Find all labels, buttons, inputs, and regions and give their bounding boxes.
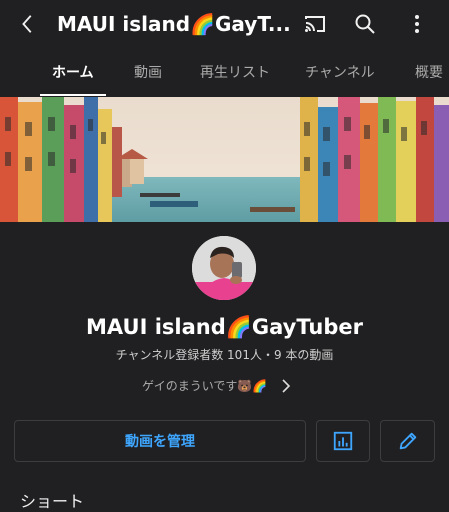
more-options-button[interactable] — [402, 9, 432, 39]
pencil-icon — [399, 432, 416, 450]
channel-tabs: ホーム 動画 再生リスト チャンネル 概要 — [0, 50, 449, 96]
chevron-right-icon — [281, 379, 291, 393]
analytics-icon — [333, 431, 353, 451]
tab-home[interactable]: ホーム — [52, 62, 94, 84]
back-button[interactable] — [14, 10, 42, 38]
tab-playlists[interactable]: 再生リスト — [200, 62, 270, 84]
cast-button[interactable] — [300, 9, 330, 39]
channel-name: MAUI island🌈GayTuber — [86, 315, 363, 339]
search-button[interactable] — [350, 9, 380, 39]
search-icon — [355, 14, 375, 34]
manage-videos-button[interactable]: 動画を管理 — [14, 420, 306, 462]
edit-channel-button[interactable] — [380, 420, 435, 462]
top-app-bar: MAUI island🌈GayT... — [0, 0, 449, 50]
channel-description: ゲイのまういです🐻🌈 — [142, 379, 268, 393]
channel-description-link[interactable]: ゲイのまういです🐻🌈 — [142, 376, 312, 396]
back-arrow-icon — [22, 15, 32, 33]
tab-channels[interactable]: チャンネル — [305, 62, 375, 84]
tab-about[interactable]: 概要 — [415, 62, 443, 84]
tab-videos[interactable]: 動画 — [134, 62, 162, 84]
manage-videos-label: 動画を管理 — [125, 434, 195, 450]
more-vertical-icon — [415, 15, 419, 33]
shorts-section-title: ショート — [20, 492, 85, 511]
channel-avatar[interactable] — [192, 236, 256, 300]
channel-banner — [0, 97, 449, 222]
channel-title: MAUI island🌈GayT... — [57, 12, 289, 36]
cast-icon — [305, 16, 325, 32]
analytics-button[interactable] — [316, 420, 370, 462]
channel-stats: チャンネル登録者数 101人・9 本の動画 — [115, 348, 334, 362]
active-tab-indicator — [40, 94, 106, 96]
